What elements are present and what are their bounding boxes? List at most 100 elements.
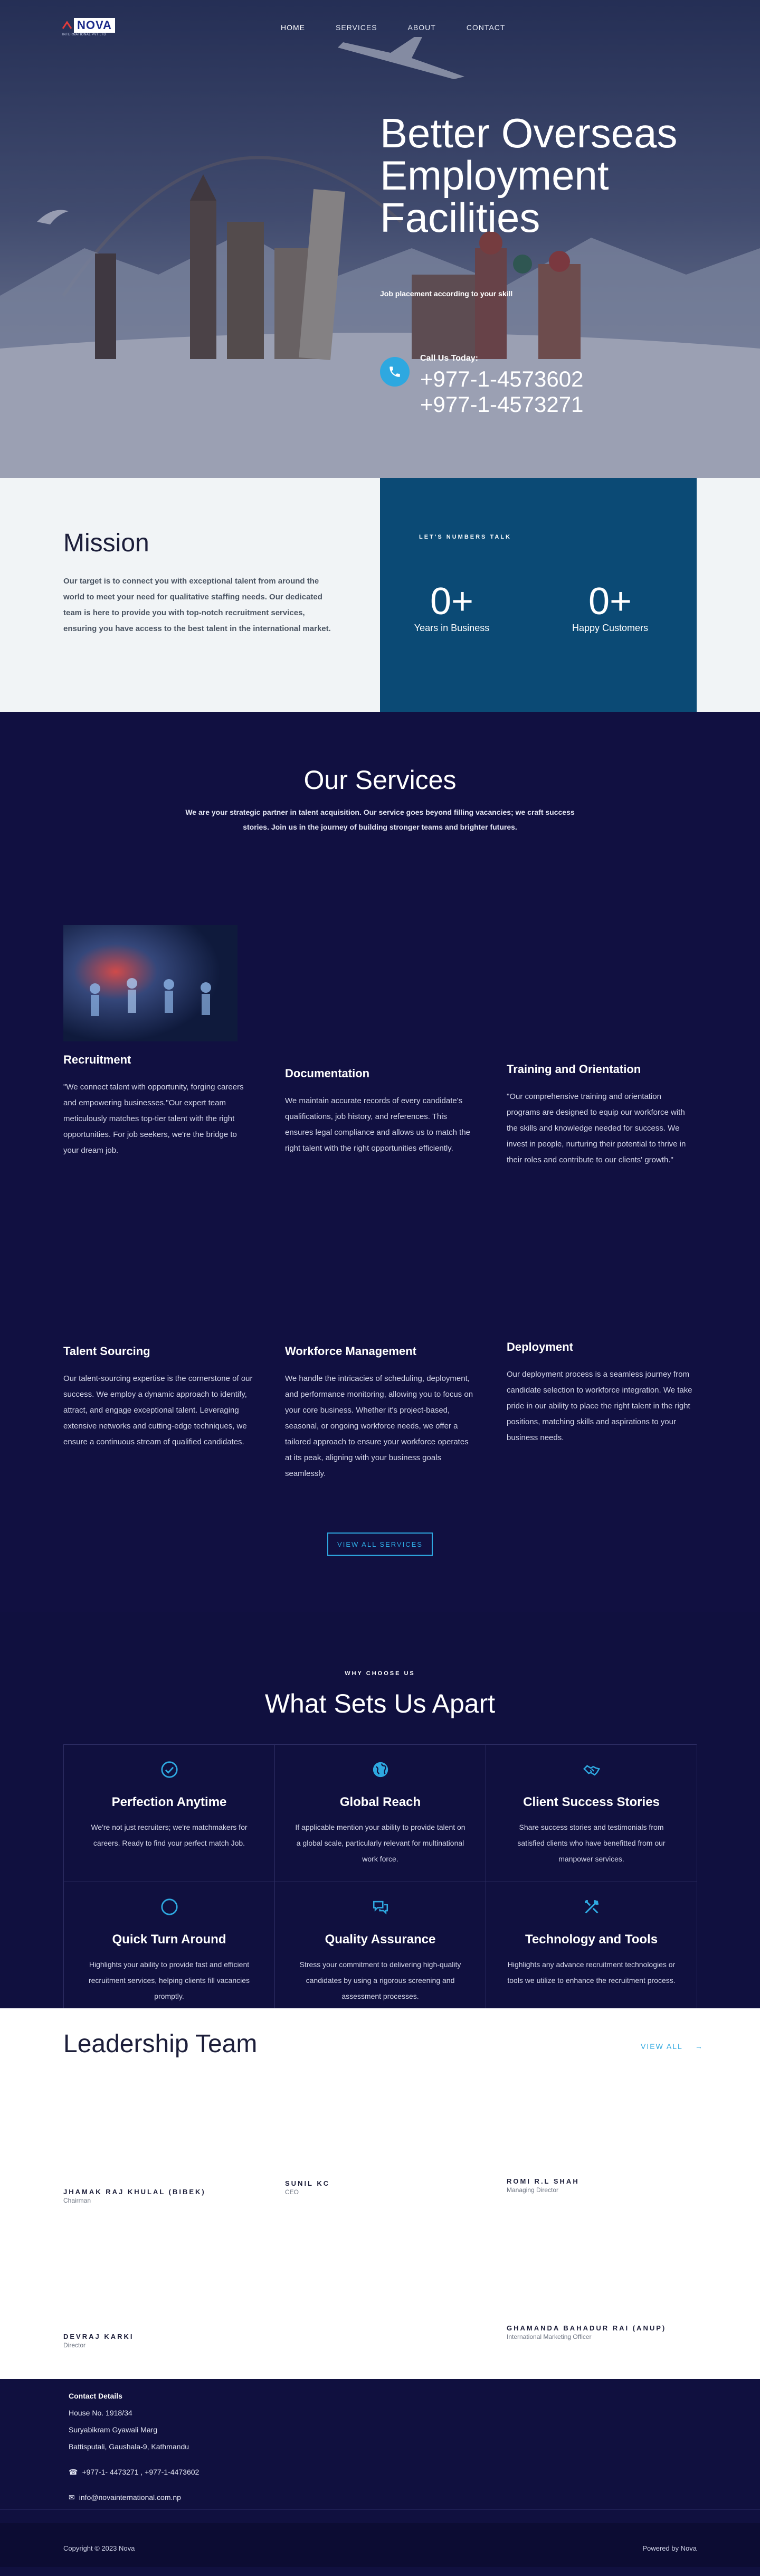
mission-title: Mission	[63, 529, 149, 557]
feature-title: Quick Turn Around	[112, 1932, 226, 1947]
feature-desc: Share success stories and testimonials f…	[517, 1823, 666, 1863]
service-workforce: Workforce Management We handle the intri…	[285, 1345, 475, 1482]
stat-years: 0+ Years in Business	[399, 581, 505, 634]
nav-services[interactable]: SERVICES	[336, 23, 377, 32]
footer-divider	[0, 2509, 760, 2510]
why-choose-us-section: WHY CHOOSE US What Sets Us Apart Perfect…	[0, 1612, 760, 2019]
handshake-icon	[583, 1765, 600, 1776]
contact-details: Contact Details House No. 1918/34 Suryab…	[69, 2387, 199, 2506]
feature-desc: We're not just recruiters; we're matchma…	[91, 1823, 248, 1847]
service-desc: We maintain accurate records of every ca…	[285, 1096, 471, 1153]
contact-email-row: ✉ info@novainternational.com.np	[69, 2489, 199, 2506]
contact-phone-row: ☎ +977-1- 4473271 , +977-1-4473602	[69, 2464, 199, 2480]
feature-title: Quality Assurance	[325, 1932, 436, 1947]
apart-title: What Sets Us Apart	[264, 1689, 496, 1718]
member-role: Director	[63, 2342, 86, 2349]
stat-label: Years in Business	[414, 623, 490, 633]
feature-quality: Quality Assurance Stress your commitment…	[275, 1882, 486, 2019]
member-name: JHAMAK RAJ KHULAL (BIBEK)	[63, 2188, 206, 2196]
service-desc: Our deployment process is a seamless jou…	[507, 1370, 692, 1442]
services-title: Our Services	[303, 765, 457, 795]
member-card[interactable]: JHAMAK RAJ KHULAL (BIBEK) Chairman	[63, 2188, 206, 2204]
hero-title: Better Overseas Employment Facilities	[380, 110, 678, 241]
stat-value: 0+	[430, 580, 474, 623]
leadership-view-all-link[interactable]: VIEW ALL →	[641, 2042, 704, 2051]
logo-swoosh-icon	[62, 21, 72, 29]
chat-icon	[373, 1901, 388, 1915]
service-name: Talent Sourcing	[63, 1345, 150, 1358]
features-grid: Perfection Anytime We're not just recrui…	[63, 1744, 697, 2019]
service-recruitment: Recruitment "We connect talent with oppo…	[63, 1053, 253, 1159]
services-intro: We are your strategic partner in talent …	[185, 808, 575, 831]
powered-by: Powered by Nova	[642, 2544, 697, 2552]
view-all-label: VIEW ALL	[641, 2042, 683, 2051]
address-house: House No. 1918/34	[69, 2409, 132, 2417]
feature-title: Perfection Anytime	[111, 1795, 227, 1809]
arrow-right-icon: →	[686, 2042, 704, 2051]
phone-number-2[interactable]: +977-1-4573271	[420, 392, 583, 417]
service-name: Documentation	[285, 1067, 370, 1080]
nav-home[interactable]: HOME	[281, 23, 305, 32]
feature-technology: Technology and Tools Highlights any adva…	[486, 1882, 697, 2019]
service-talent-sourcing: Talent Sourcing Our talent-sourcing expe…	[63, 1345, 253, 1450]
logo-subtitle: INTERNATIONAL PVT.LTD	[62, 33, 107, 36]
address-street: Suryabikram Gyawali Marg	[69, 2425, 158, 2434]
phone-number-1[interactable]: +977-1-4573602	[420, 366, 583, 392]
service-desc: "We connect talent with opportunity, for…	[63, 1083, 244, 1155]
service-documentation: Documentation We maintain accurate recor…	[285, 1067, 475, 1157]
hero-subtitle: Job placement according to your skill	[380, 289, 513, 298]
leadership-section: Leadership Team VIEW ALL → JHAMAK RAJ KH…	[0, 2008, 760, 2379]
member-card[interactable]: GHAMANDA BAHADUR RAI (ANUP) Internationa…	[507, 2324, 666, 2340]
check-circle-icon	[160, 1761, 178, 1778]
feature-client-success: Client Success Stories Share success sto…	[486, 1745, 697, 1882]
service-name: Training and Orientation	[507, 1063, 641, 1076]
service-name: Workforce Management	[285, 1345, 416, 1358]
stat-value: 0+	[588, 580, 632, 623]
numbers-panel: LET'S NUMBERS TALK 0+ Years in Business …	[380, 478, 697, 712]
member-card[interactable]: ROMI R.L SHAH Managing Director	[507, 2177, 580, 2194]
service-deployment: Deployment Our deployment process is a s…	[507, 1340, 697, 1446]
address-area: Battisputali, Gaushala-9, Kathmandu	[69, 2442, 189, 2451]
member-card[interactable]: DEVRAJ KARKI Director	[63, 2333, 134, 2349]
navbar: NOVA INTERNATIONAL PVT.LTD HOME SERVICES…	[0, 0, 760, 53]
phone-icon[interactable]	[380, 357, 410, 387]
phone-icon: ☎	[69, 2468, 78, 2476]
service-name: Recruitment	[63, 1053, 131, 1066]
brand-logo[interactable]: NOVA INTERNATIONAL PVT.LTD	[62, 18, 115, 36]
stat-customers: 0+ Happy Customers	[557, 581, 663, 634]
stat-label: Happy Customers	[572, 623, 649, 633]
member-card[interactable]: SUNIL KC CEO	[285, 2179, 330, 2196]
member-role: Chairman	[63, 2197, 91, 2204]
numbers-label: LET'S NUMBERS TALK	[419, 534, 511, 540]
nav-links: HOME SERVICES ABOUT CONTACT	[281, 23, 536, 32]
leadership-title: Leadership Team	[63, 2030, 258, 2058]
member-role: CEO	[285, 2188, 299, 2196]
feature-title: Client Success Stories	[523, 1795, 660, 1809]
logo-text: NOVA	[74, 18, 115, 33]
member-role: Managing Director	[507, 2186, 559, 2194]
member-name: GHAMANDA BAHADUR RAI (ANUP)	[507, 2324, 667, 2332]
tools-icon	[584, 1900, 598, 1914]
mission-text: Our target is to connect you with except…	[63, 577, 331, 633]
call-box: Call Us Today: +977-1-4573602 +977-1-457…	[380, 354, 583, 417]
nav-about[interactable]: ABOUT	[408, 23, 436, 32]
footer-phones[interactable]: +977-1- 4473271 , +977-1-4473602	[82, 2464, 199, 2480]
feature-perfection: Perfection Anytime We're not just recrui…	[64, 1745, 275, 1882]
view-all-services-button[interactable]: VIEW ALL SERVICES	[327, 1533, 433, 1556]
feature-desc: If applicable mention your ability to pr…	[295, 1823, 466, 1863]
recruitment-image	[63, 925, 238, 1041]
feature-global-reach: Global Reach If applicable mention your …	[275, 1745, 486, 1882]
footer: Contact Details House No. 1918/34 Suryab…	[0, 2379, 760, 2523]
apart-kicker: WHY CHOOSE US	[345, 1670, 415, 1677]
feature-desc: Stress your commitment to delivering hig…	[299, 1960, 461, 2000]
service-desc: We handle the intricacies of scheduling,…	[285, 1374, 473, 1478]
member-role: International Marketing Officer	[507, 2333, 592, 2340]
globe-icon	[373, 1762, 388, 1778]
nav-contact[interactable]: CONTACT	[467, 23, 506, 32]
contact-heading: Contact Details	[69, 2392, 122, 2400]
member-name: DEVRAJ KARKI	[63, 2333, 134, 2340]
call-label: Call Us Today:	[420, 354, 478, 363]
member-name: SUNIL KC	[285, 2179, 330, 2187]
footer-email[interactable]: info@novainternational.com.np	[79, 2489, 181, 2506]
circle-icon	[160, 1898, 178, 1915]
